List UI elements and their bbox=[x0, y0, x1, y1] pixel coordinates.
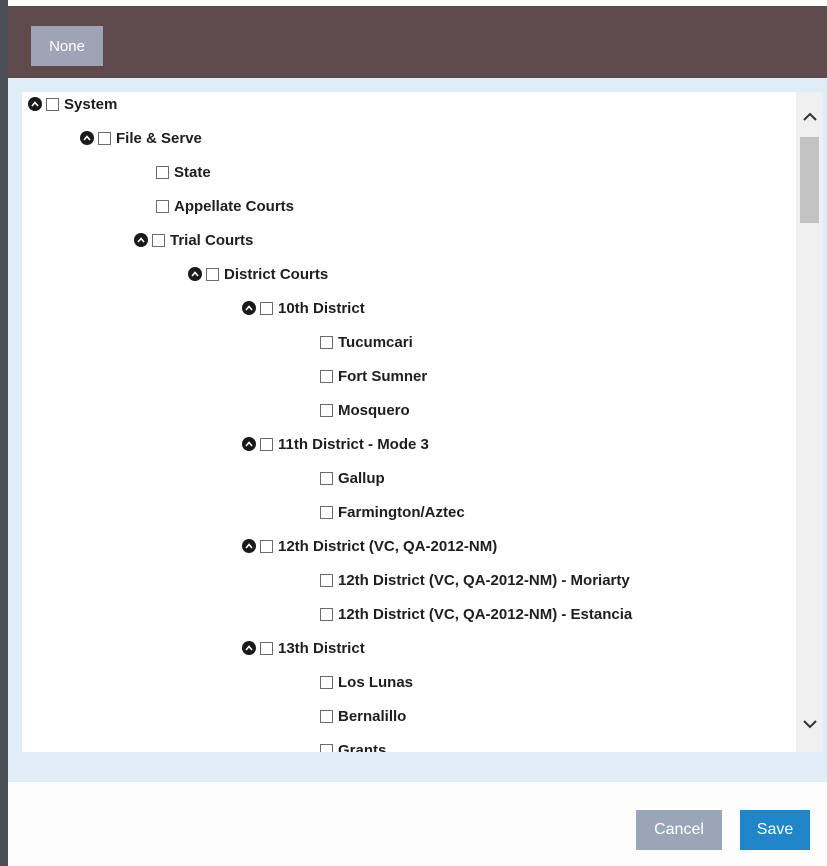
tree-item-checkbox[interactable] bbox=[260, 641, 273, 655]
collapse-toggle-icon[interactable] bbox=[134, 233, 148, 247]
tree-item-label: Fort Sumner bbox=[338, 367, 428, 385]
scroll-up-arrow-icon[interactable] bbox=[796, 104, 823, 130]
dialog-header: None bbox=[8, 6, 827, 78]
tree-item[interactable]: 10th District bbox=[242, 297, 365, 319]
tree-view[interactable]: System File & Serve State Appellate Courts T… bbox=[22, 92, 796, 752]
tree-item-label: 11th District - Mode 3 bbox=[278, 435, 429, 453]
collapse-toggle-icon[interactable] bbox=[242, 437, 256, 451]
tree-item-checkbox[interactable] bbox=[320, 369, 333, 383]
tree-item-checkbox[interactable] bbox=[320, 607, 333, 621]
tree-item-label: File & Serve bbox=[116, 129, 202, 147]
tree-item-checkbox[interactable] bbox=[320, 709, 333, 723]
tree-item-checkbox[interactable] bbox=[320, 573, 333, 587]
save-button[interactable]: Save bbox=[740, 810, 810, 850]
scroll-thumb[interactable] bbox=[800, 137, 819, 223]
tree-item-checkbox[interactable] bbox=[260, 539, 273, 553]
tree-item[interactable]: 11th District - Mode 3 bbox=[242, 433, 429, 455]
tree-item-checkbox[interactable] bbox=[156, 199, 169, 213]
tree-item[interactable]: 13th District bbox=[242, 637, 365, 659]
tree-item-label: 12th District (VC, QA-2012-NM) - Estanci… bbox=[338, 605, 633, 623]
tree-item[interactable]: 12th District (VC, QA-2012-NM) - Estanci… bbox=[320, 603, 632, 625]
tree-item-label: 12th District (VC, QA-2012-NM) - Moriart… bbox=[338, 571, 630, 589]
scroll-down-arrow-icon[interactable] bbox=[796, 711, 823, 737]
tree-item[interactable]: Trial Courts bbox=[134, 229, 253, 251]
tree-item-checkbox[interactable] bbox=[46, 97, 59, 111]
tree-item-checkbox[interactable] bbox=[320, 675, 333, 689]
collapse-toggle-icon[interactable] bbox=[80, 131, 94, 145]
collapse-toggle-icon[interactable] bbox=[28, 97, 42, 111]
tree-item-checkbox[interactable] bbox=[320, 335, 333, 349]
tree-item-label: Gallup bbox=[338, 469, 385, 487]
tree-item-checkbox[interactable] bbox=[260, 301, 273, 315]
collapse-toggle-icon[interactable] bbox=[242, 641, 256, 655]
tree-item-label: Los Lunas bbox=[338, 673, 414, 691]
tree-item-label: District Courts bbox=[224, 265, 329, 283]
tree-item-label: 12th District (VC, QA-2012-NM) bbox=[278, 537, 498, 555]
tree-item-checkbox[interactable] bbox=[320, 743, 333, 752]
tree-item[interactable]: System bbox=[28, 93, 117, 115]
window-left-edge bbox=[0, 0, 8, 866]
tree-item-label: Appellate Courts bbox=[174, 197, 295, 215]
tree-item-checkbox[interactable] bbox=[156, 165, 169, 179]
tree-item[interactable]: State bbox=[156, 161, 211, 183]
collapse-toggle-icon[interactable] bbox=[242, 539, 256, 553]
collapse-toggle-icon[interactable] bbox=[188, 267, 202, 281]
tree-item-checkbox[interactable] bbox=[320, 403, 333, 417]
tree-item-label: 10th District bbox=[278, 299, 365, 317]
tree-item[interactable]: File & Serve bbox=[80, 127, 202, 149]
tree-item-label: State bbox=[174, 163, 211, 181]
tree-item[interactable]: Tucumcari bbox=[320, 331, 413, 353]
tree-item-label: System bbox=[64, 95, 118, 113]
tree-scrollbar[interactable] bbox=[796, 92, 823, 752]
tree-item-checkbox[interactable] bbox=[260, 437, 273, 451]
tree-item-label: Grants bbox=[338, 741, 387, 753]
tree-item-checkbox[interactable] bbox=[98, 131, 111, 145]
tree-item-checkbox[interactable] bbox=[320, 505, 333, 519]
tree-item[interactable]: Farmington/Aztec bbox=[320, 501, 465, 523]
tree-item-checkbox[interactable] bbox=[320, 471, 333, 485]
collapse-toggle-icon[interactable] bbox=[242, 301, 256, 315]
tree-item-checkbox[interactable] bbox=[152, 233, 165, 247]
tree-item-label: Bernalillo bbox=[338, 707, 407, 725]
tree-item-label: Mosquero bbox=[338, 401, 410, 419]
tree-item[interactable]: 12th District (VC, QA-2012-NM) - Moriart… bbox=[320, 569, 630, 591]
tree-item-label: 13th District bbox=[278, 639, 365, 657]
tree-item[interactable]: District Courts bbox=[188, 263, 328, 285]
tree-item[interactable]: Fort Sumner bbox=[320, 365, 427, 387]
tree-item-label: Tucumcari bbox=[338, 333, 413, 351]
tree-item[interactable]: Gallup bbox=[320, 467, 385, 489]
tree-item-label: Trial Courts bbox=[170, 231, 254, 249]
select-none-button[interactable]: None bbox=[31, 26, 103, 66]
tree-item[interactable]: Mosquero bbox=[320, 399, 410, 421]
tree-item[interactable]: Grants bbox=[320, 739, 386, 752]
tree-item[interactable]: Bernalillo bbox=[320, 705, 406, 727]
tree-item[interactable]: Los Lunas bbox=[320, 671, 413, 693]
tree-item-label: Farmington/Aztec bbox=[338, 503, 465, 521]
dialog-footer: Cancel Save bbox=[8, 782, 827, 866]
tree-item[interactable]: 12th District (VC, QA-2012-NM) bbox=[242, 535, 497, 557]
tree-item[interactable]: Appellate Courts bbox=[156, 195, 294, 217]
cancel-button[interactable]: Cancel bbox=[636, 810, 722, 850]
tree-item-checkbox[interactable] bbox=[206, 267, 219, 281]
